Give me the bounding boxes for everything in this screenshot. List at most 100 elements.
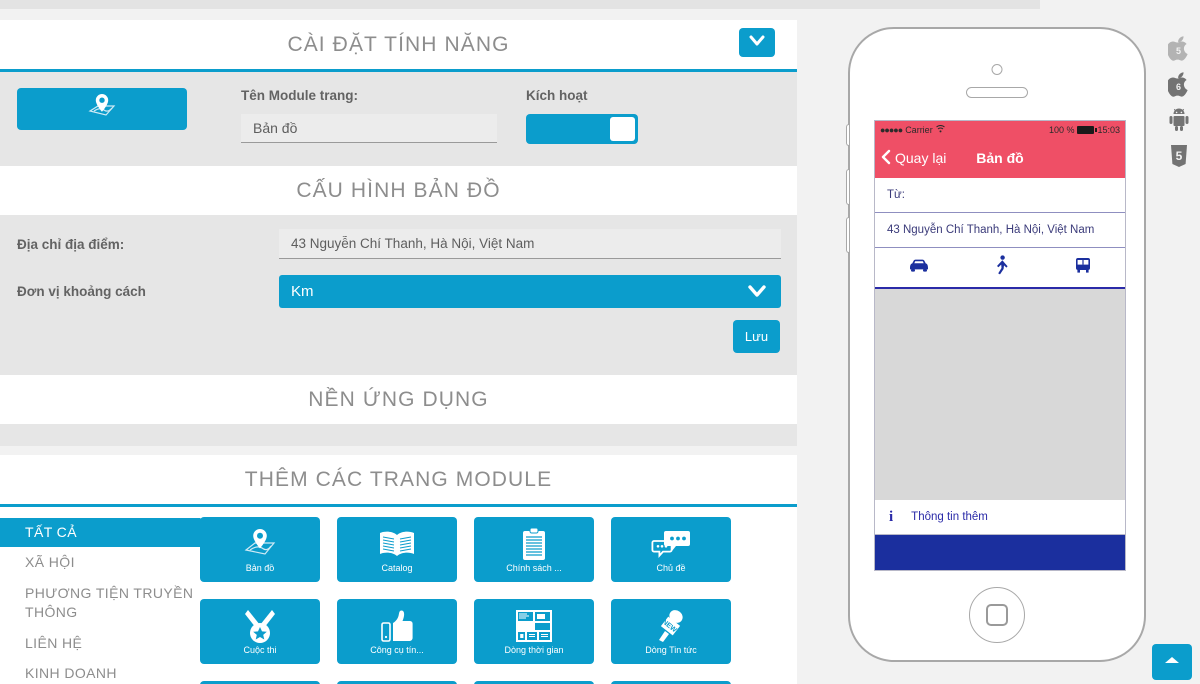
- admin-panel: CÀI ĐẶT TÍNH NĂNG Tên Module trang: Bản …: [0, 20, 797, 684]
- app-background-collapse-button[interactable]: [739, 28, 775, 57]
- car-icon[interactable]: [908, 257, 930, 278]
- app-background-card: NỀN ỨNG DỤNG: [0, 28, 797, 424]
- bus-icon[interactable]: [1074, 256, 1092, 279]
- clock-label: 15:03: [1097, 124, 1120, 135]
- add-modules-title: THÊM CÁC TRANG MODULE: [0, 455, 797, 504]
- category-item-media[interactable]: PHƯƠNG TIỆN TRUYỀN THÔNG: [0, 578, 200, 628]
- module-icon-button[interactable]: [17, 88, 187, 130]
- add-modules-card: THÊM CÁC TRANG MODULE: [0, 455, 797, 504]
- save-button[interactable]: Lưu: [733, 320, 780, 353]
- category-item-business[interactable]: KINH DOANH: [0, 658, 200, 684]
- module-name-input[interactable]: [241, 114, 497, 143]
- battery-full-icon: [1077, 125, 1098, 134]
- distance-unit-select[interactable]: Km: [279, 275, 781, 308]
- android-icon[interactable]: [1166, 102, 1192, 138]
- module-tile-label: Chủ đề: [656, 563, 686, 573]
- module-tile-label: Cuộc thi: [243, 645, 277, 655]
- module-tile-grid: Bản đồ Catalog Chính sách ... Chủ đề Cuộ…: [200, 507, 797, 684]
- status-bar: ●●●●● Carrier 100 % 15:03: [875, 121, 1125, 138]
- travel-mode-row: [875, 248, 1125, 289]
- info-icon: i: [889, 508, 894, 525]
- map-pin-icon: [241, 526, 279, 562]
- section-gap: [0, 446, 797, 455]
- app-background-title: NỀN ỨNG DỤNG: [0, 375, 797, 424]
- destination-field[interactable]: 43 Nguyễn Chí Thanh, Hà Nội, Việt Nam: [875, 213, 1125, 248]
- back-label: Quay lại: [895, 150, 947, 166]
- destination-value: 43 Nguyễn Chí Thanh, Hà Nội, Việt Nam: [887, 224, 1095, 236]
- from-label: Từ:: [887, 189, 905, 201]
- html5-icon[interactable]: 5: [1166, 138, 1192, 174]
- horizontal-scroll-track[interactable]: [0, 0, 1040, 9]
- map-canvas[interactable]: [875, 289, 1125, 500]
- map-config-card: CẤU HÌNH BẢN ĐỒ: [0, 166, 797, 215]
- module-tile-topic[interactable]: Chủ đề: [611, 517, 731, 582]
- app-background-body: [0, 424, 797, 446]
- chat-bubbles-icon: [650, 526, 692, 562]
- scroll-to-top-button[interactable]: [1152, 644, 1192, 680]
- phone-mute-switch: [846, 124, 849, 146]
- wifi-icon: [935, 124, 945, 135]
- module-tile-news-feed[interactable]: NEWS Dòng Tin tức: [611, 599, 731, 664]
- medal-icon: [241, 608, 279, 644]
- module-category-list: TẤT CẢ XÃ HỘI PHƯƠNG TIỆN TRUYỀN THÔNG L…: [0, 507, 217, 684]
- apple-ios5-icon[interactable]: 5: [1166, 30, 1192, 66]
- svg-text:5: 5: [1176, 46, 1181, 56]
- battery-percent-label: 100 %: [1048, 124, 1075, 135]
- module-tile-label: Công cụ tín...: [370, 645, 424, 655]
- map-config-body: Địa chỉ địa điểm: Đơn vị khoảng cách Km …: [0, 215, 797, 375]
- distance-unit-value: Km: [291, 283, 314, 300]
- module-tile-label: Bản đồ: [245, 563, 275, 573]
- walking-person-icon[interactable]: [995, 255, 1009, 280]
- module-tile-policy[interactable]: Chính sách ...: [474, 517, 594, 582]
- category-item-all[interactable]: TẤT CẢ: [0, 518, 217, 547]
- phone-preview-frame: ●●●●● Carrier 100 % 15:03 Quay lại Bản đ…: [846, 27, 1146, 662]
- preview-footer-bar: [875, 535, 1125, 570]
- map-config-title: CẤU HÌNH BẢN ĐỒ: [0, 166, 797, 215]
- chevron-up-icon: [1162, 653, 1182, 672]
- module-tile-map[interactable]: Bản đồ: [200, 517, 320, 582]
- chevron-down-icon: [748, 32, 766, 53]
- module-tile-label: Dòng Tin tức: [645, 645, 697, 655]
- platform-icon-rail: 5 6 5: [1166, 30, 1192, 174]
- phone-volume-down: [846, 217, 849, 253]
- toggle-knob: [610, 117, 635, 141]
- activate-toggle[interactable]: [526, 114, 638, 144]
- thumbs-up-icon: [380, 608, 414, 644]
- feature-settings-title: CÀI ĐẶT TÍNH NĂNG: [0, 20, 797, 69]
- module-tile-trust-tool[interactable]: Công cụ tín...: [337, 599, 457, 664]
- module-tile-label: Chính sách ...: [506, 563, 562, 573]
- page-top-spacer: [0, 9, 1040, 20]
- activate-group: Kích hoạt: [526, 88, 638, 144]
- apple-ios6-icon[interactable]: 6: [1166, 66, 1192, 102]
- timeline-layout-icon: [514, 608, 554, 644]
- module-tile-timeline[interactable]: Dòng thời gian: [474, 599, 594, 664]
- more-info-label: Thông tin thêm: [911, 511, 988, 523]
- svg-text:6: 6: [1176, 82, 1181, 92]
- module-name-label: Tên Module trang:: [241, 88, 358, 103]
- phone-screen: ●●●●● Carrier 100 % 15:03 Quay lại Bản đ…: [874, 120, 1126, 571]
- more-info-row[interactable]: i Thông tin thêm: [875, 500, 1125, 535]
- news-microphone-icon: NEWS: [651, 608, 691, 644]
- address-input[interactable]: [279, 229, 781, 259]
- module-tile-label: Catalog: [381, 563, 413, 573]
- category-item-social[interactable]: XÃ HỘI: [0, 547, 200, 578]
- back-button[interactable]: Quay lại: [875, 149, 946, 168]
- svg-text:5: 5: [1176, 149, 1183, 163]
- feature-settings-card: CÀI ĐẶT TÍNH NĂNG: [0, 20, 797, 69]
- clipboard-icon: [520, 526, 548, 562]
- activate-label: Kích hoạt: [526, 88, 588, 103]
- phone-home-button: [969, 587, 1025, 643]
- module-tile-catalog[interactable]: Catalog: [337, 517, 457, 582]
- map-pin-icon: [85, 92, 119, 127]
- module-tile-label: Dòng thời gian: [504, 645, 564, 655]
- open-book-icon: [377, 526, 417, 562]
- distance-unit-label: Đơn vị khoảng cách: [17, 284, 146, 299]
- feature-settings-body: Tên Module trang: Kích hoạt: [0, 72, 797, 166]
- phone-camera: [991, 64, 1003, 75]
- address-label: Địa chỉ địa điểm:: [17, 236, 125, 252]
- module-tile-contest[interactable]: Cuộc thi: [200, 599, 320, 664]
- category-item-contact[interactable]: LIÊN HỆ: [0, 628, 200, 659]
- add-modules-body: TẤT CẢ XÃ HỘI PHƯƠNG TIỆN TRUYỀN THÔNG L…: [0, 507, 797, 684]
- from-field[interactable]: Từ:: [875, 178, 1125, 213]
- chevron-left-icon: [881, 149, 891, 168]
